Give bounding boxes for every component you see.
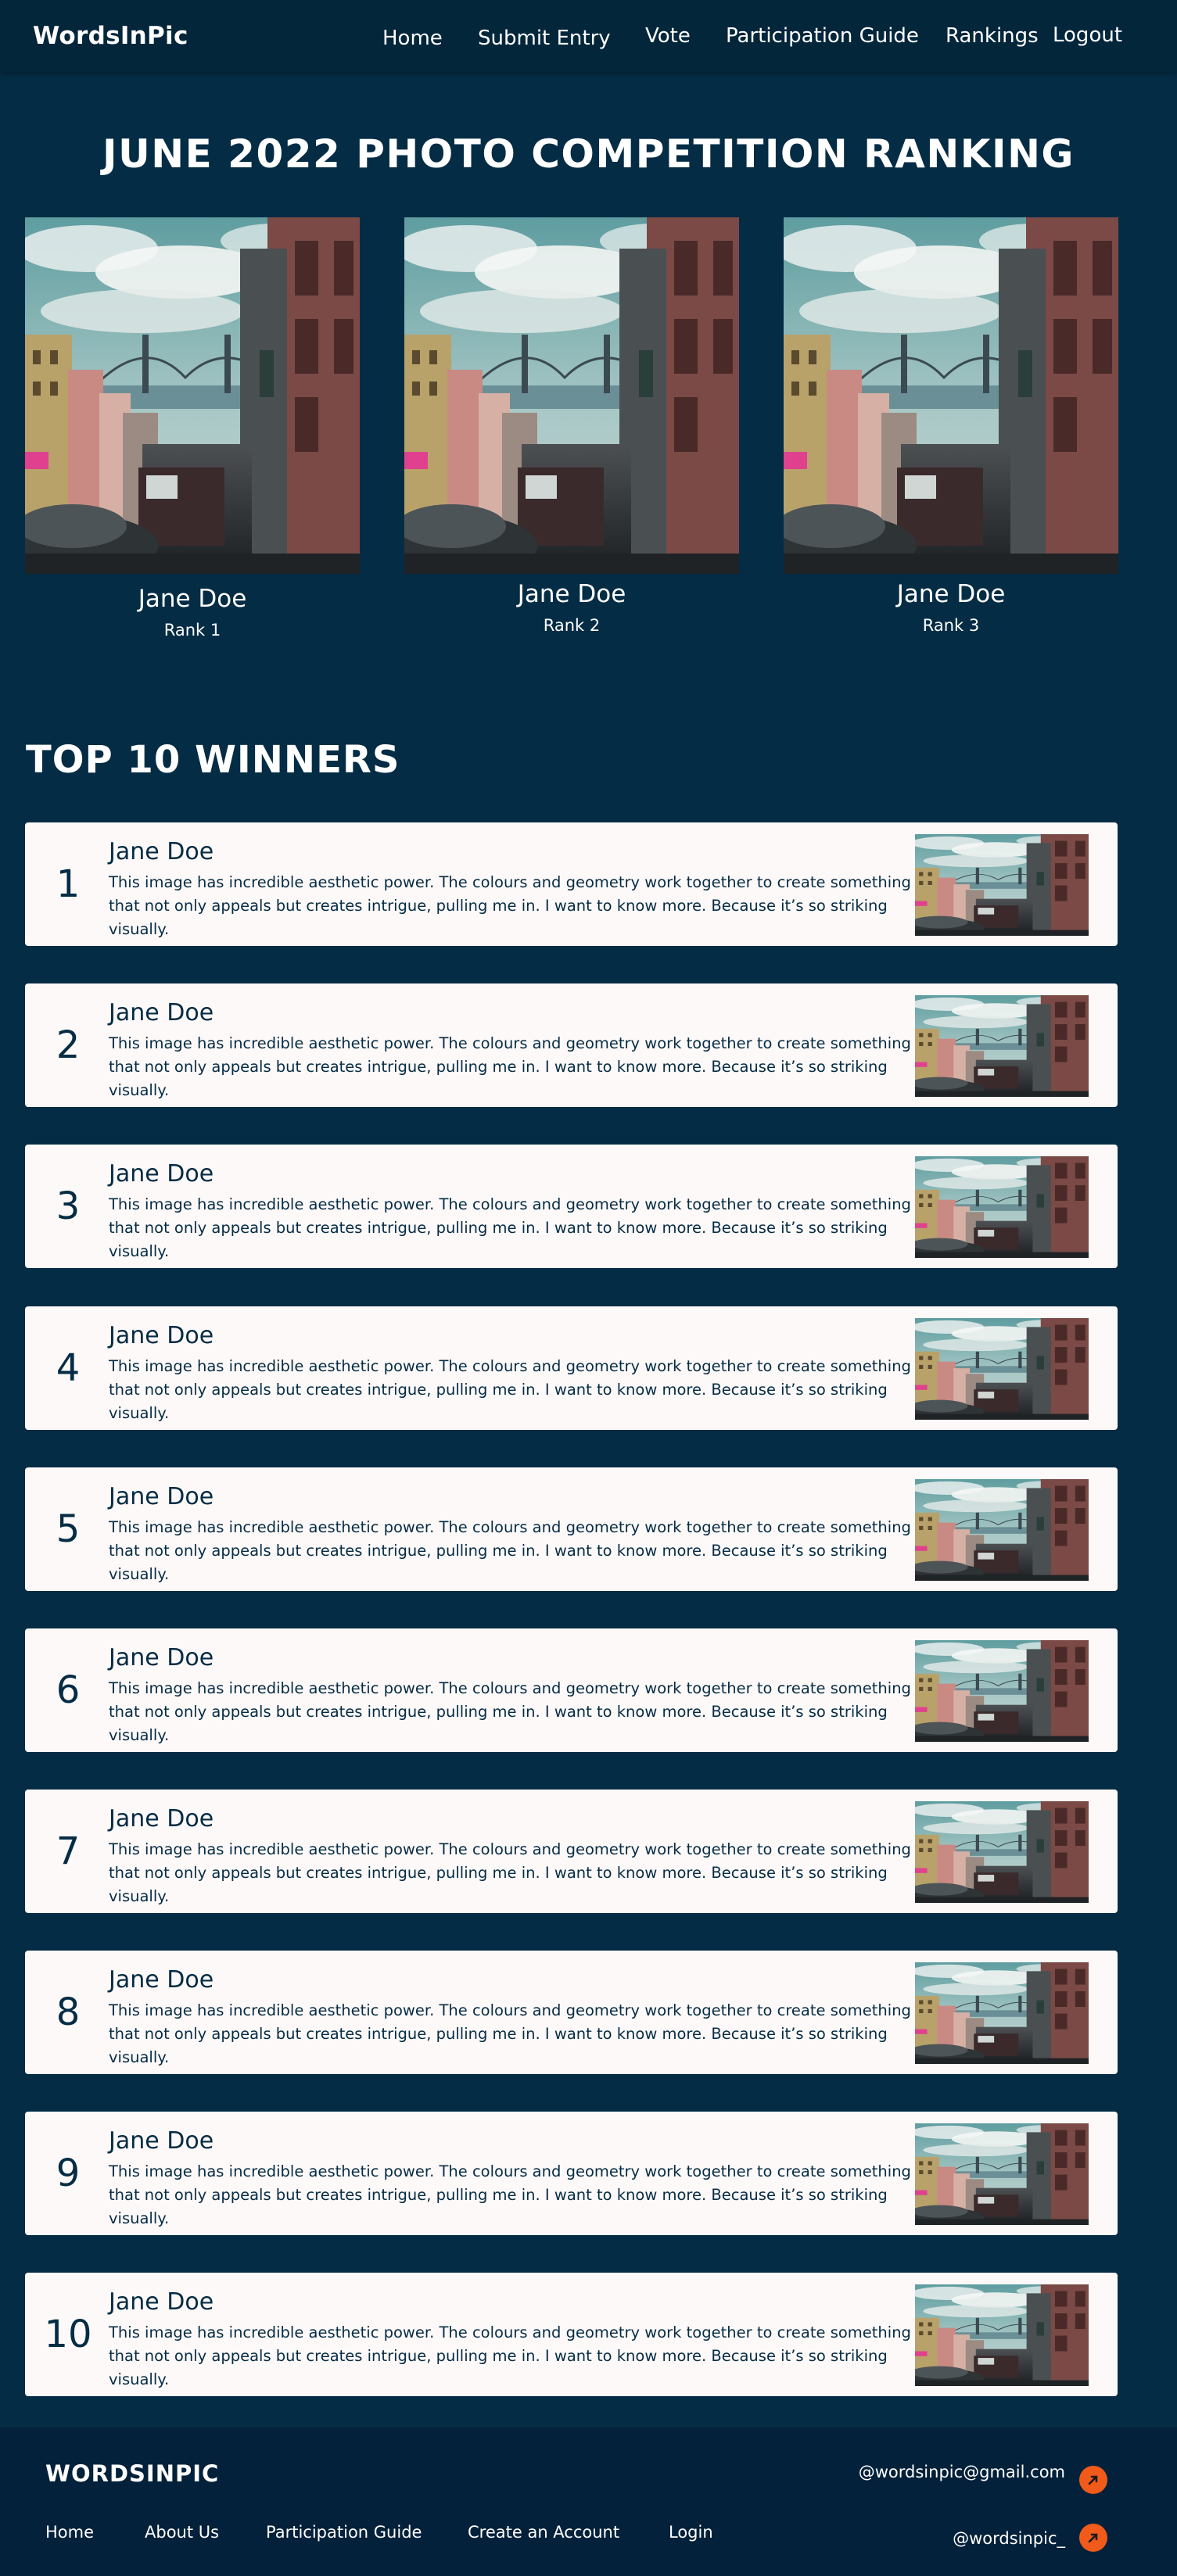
winner-name: Jane Doe bbox=[109, 2127, 214, 2155]
page-title: JUNE 2022 PHOTO COMPETITION RANKING bbox=[102, 131, 1075, 177]
podium-rank: Rank 1 bbox=[163, 621, 221, 640]
winner-rank-number: 9 bbox=[56, 2151, 81, 2195]
winner-rank-number: 1 bbox=[56, 862, 81, 906]
winner-comment: This image has incredible aesthetic powe… bbox=[109, 2162, 911, 2227]
footer-link-home[interactable]: Home bbox=[45, 2523, 94, 2542]
arrow-icon[interactable] bbox=[1079, 2524, 1107, 2552]
winner-name: Jane Doe bbox=[109, 1322, 214, 1349]
winner-rank-number: 10 bbox=[44, 2313, 92, 2356]
winner-comment: This image has incredible aesthetic powe… bbox=[109, 1357, 911, 1422]
winner-thumbnail[interactable] bbox=[915, 1640, 1089, 1742]
winner-card[interactable]: 7 Jane Doe This image has incredible aes… bbox=[25, 1790, 1118, 1913]
winner-thumbnail[interactable] bbox=[915, 1801, 1089, 1903]
winner-thumbnail[interactable] bbox=[915, 995, 1089, 1097]
winner-thumbnail[interactable] bbox=[915, 1479, 1089, 1581]
podium-photo[interactable] bbox=[25, 217, 360, 574]
winner-thumbnail[interactable] bbox=[915, 2284, 1089, 2386]
winner-thumbnail[interactable] bbox=[915, 1156, 1089, 1258]
nav-vote[interactable]: Vote bbox=[645, 24, 691, 48]
nav-home[interactable]: Home bbox=[382, 27, 443, 50]
winner-rank-number: 4 bbox=[56, 1346, 81, 1390]
winner-rank-number: 6 bbox=[56, 1668, 81, 1712]
footer-link-create-account[interactable]: Create an Account bbox=[468, 2523, 619, 2542]
winner-comment: This image has incredible aesthetic powe… bbox=[109, 1840, 911, 1905]
winner-name: Jane Doe bbox=[109, 2288, 214, 2316]
nav-submit-entry[interactable]: Submit Entry bbox=[478, 27, 611, 50]
winner-name: Jane Doe bbox=[109, 1160, 214, 1188]
brand-logo[interactable]: WordsInPic bbox=[33, 22, 188, 50]
podium-photo[interactable] bbox=[784, 217, 1118, 574]
top-nav: WordsInPic Home Submit Entry Vote Partic… bbox=[0, 0, 1177, 72]
winner-thumbnail[interactable] bbox=[915, 1962, 1089, 2064]
podium-rank: Rank 3 bbox=[922, 616, 980, 635]
footer-email[interactable]: @wordsinpic@gmail.com bbox=[859, 2463, 1065, 2481]
nav-logout[interactable]: Logout bbox=[1053, 23, 1122, 47]
winner-name: Jane Doe bbox=[109, 1483, 214, 1510]
winner-card[interactable]: 2 Jane Doe This image has incredible aes… bbox=[25, 983, 1118, 1107]
footer-link-login[interactable]: Login bbox=[669, 2523, 713, 2542]
winner-card[interactable]: 9 Jane Doe This image has incredible aes… bbox=[25, 2112, 1118, 2235]
podium-name: Jane Doe bbox=[896, 580, 1006, 608]
winner-comment: This image has incredible aesthetic powe… bbox=[109, 873, 911, 938]
nav-participation-guide[interactable]: Participation Guide bbox=[726, 24, 919, 48]
winner-comment: This image has incredible aesthetic powe… bbox=[109, 1034, 911, 1099]
winner-thumbnail[interactable] bbox=[915, 2123, 1089, 2225]
winner-name: Jane Doe bbox=[109, 999, 214, 1026]
winner-comment: This image has incredible aesthetic powe… bbox=[109, 1679, 911, 1744]
podium-photo[interactable] bbox=[404, 217, 739, 574]
arrow-icon[interactable] bbox=[1079, 2466, 1107, 2494]
podium-first[interactable]: Jane Doe Rank 1 bbox=[25, 217, 360, 640]
winner-thumbnail[interactable] bbox=[915, 834, 1089, 936]
winner-card[interactable]: 3 Jane Doe This image has incredible aes… bbox=[25, 1145, 1118, 1268]
winner-rank-number: 7 bbox=[56, 1829, 81, 1873]
winner-card[interactable]: 5 Jane Doe This image has incredible aes… bbox=[25, 1467, 1118, 1591]
winner-thumbnail[interactable] bbox=[915, 1318, 1089, 1420]
winner-comment: This image has incredible aesthetic powe… bbox=[109, 2001, 911, 2066]
winner-rank-number: 2 bbox=[56, 1023, 81, 1067]
footer-link-participation-guide[interactable]: Participation Guide bbox=[266, 2523, 422, 2542]
winner-rank-number: 8 bbox=[56, 1990, 81, 2034]
site-footer: WORDSINPIC Home About Us Participation G… bbox=[0, 2427, 1177, 2576]
winner-name: Jane Doe bbox=[109, 1644, 214, 1671]
footer-handle[interactable]: @wordsinpic_ bbox=[953, 2529, 1065, 2548]
podium-third[interactable]: Jane Doe Rank 3 bbox=[784, 217, 1118, 635]
footer-link-about-us[interactable]: About Us bbox=[145, 2523, 219, 2542]
podium-name: Jane Doe bbox=[517, 580, 626, 608]
nav-rankings[interactable]: Rankings bbox=[946, 24, 1039, 48]
footer-brand[interactable]: WORDSINPIC bbox=[45, 2460, 219, 2487]
podium-rank: Rank 2 bbox=[543, 616, 601, 635]
winner-card[interactable]: 1 Jane Doe This image has incredible aes… bbox=[25, 822, 1118, 946]
winner-rank-number: 3 bbox=[56, 1184, 81, 1228]
winner-comment: This image has incredible aesthetic powe… bbox=[109, 1195, 911, 1260]
winner-card[interactable]: 4 Jane Doe This image has incredible aes… bbox=[25, 1306, 1118, 1430]
winner-name: Jane Doe bbox=[109, 838, 214, 865]
winner-card[interactable]: 6 Jane Doe This image has incredible aes… bbox=[25, 1628, 1118, 1752]
winner-name: Jane Doe bbox=[109, 1805, 214, 1833]
winner-rank-number: 5 bbox=[56, 1507, 81, 1551]
top-winners-title: TOP 10 WINNERS bbox=[26, 738, 400, 782]
winner-comment: This image has incredible aesthetic powe… bbox=[109, 2323, 911, 2388]
winner-name: Jane Doe bbox=[109, 1966, 214, 1994]
winner-card[interactable]: 8 Jane Doe This image has incredible aes… bbox=[25, 1951, 1118, 2074]
winner-card[interactable]: 10 Jane Doe This image has incredible ae… bbox=[25, 2273, 1118, 2396]
winner-comment: This image has incredible aesthetic powe… bbox=[109, 1518, 911, 1583]
podium-name: Jane Doe bbox=[138, 585, 247, 613]
podium-second[interactable]: Jane Doe Rank 2 bbox=[404, 217, 739, 635]
